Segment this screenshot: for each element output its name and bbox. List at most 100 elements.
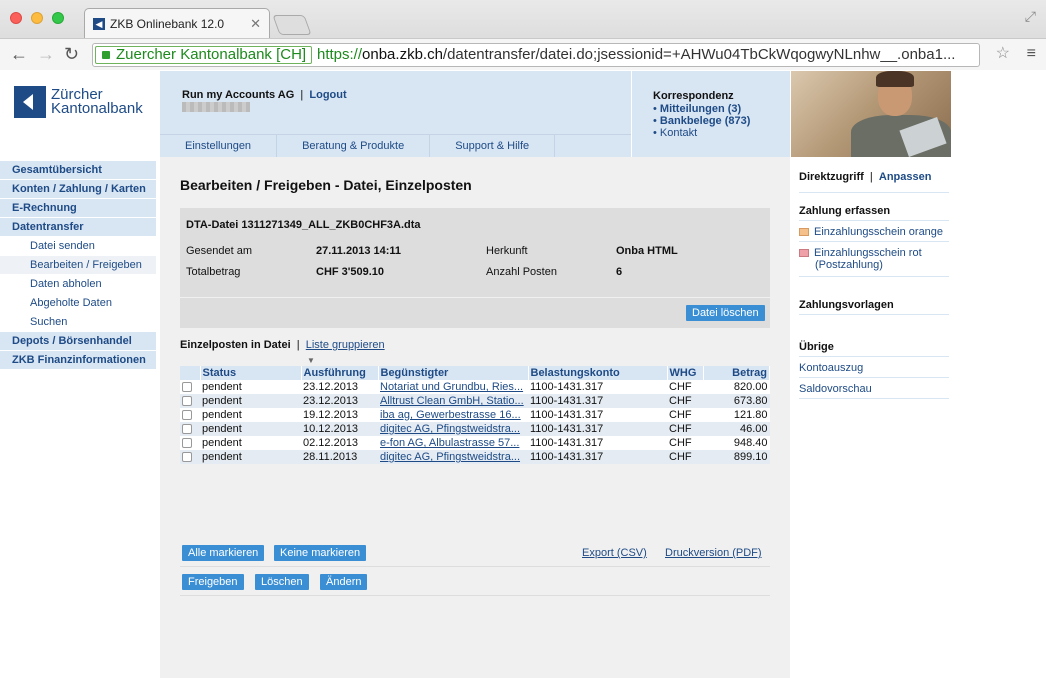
- nav-beratung-produkte[interactable]: Beratung & Produkte: [277, 135, 431, 157]
- row-status: pendent: [200, 380, 301, 394]
- correspondence-contact[interactable]: Kontakt: [653, 127, 790, 139]
- url-host: onba.zkb.ch: [362, 46, 443, 63]
- nav-support-hilfe[interactable]: Support & Hilfe: [430, 135, 556, 157]
- row-date: 10.12.2013: [301, 422, 378, 436]
- close-window-button[interactable]: [10, 12, 22, 24]
- statement-link[interactable]: Kontoauszug: [799, 362, 949, 374]
- row-beneficiary-link[interactable]: Alltrust Clean GmbH, Statio...: [380, 395, 524, 407]
- menu-icon[interactable]: ≡: [1027, 45, 1036, 63]
- payment-title: Zahlung erfassen: [799, 205, 891, 217]
- bookmark-star-icon[interactable]: ☆: [996, 43, 1010, 63]
- row-account: 1100-1431.317: [528, 422, 667, 436]
- delete-button[interactable]: Löschen: [255, 574, 309, 590]
- column-beguenstigter[interactable]: Begünstigter: [378, 366, 529, 380]
- row-currency: CHF: [667, 380, 703, 394]
- sidebar-item-e-rechnung[interactable]: E-Rechnung: [0, 199, 156, 218]
- fullscreen-icon[interactable]: ⤢: [1025, 8, 1036, 25]
- banner-photo: [791, 71, 951, 157]
- column-whg[interactable]: WHG: [667, 366, 704, 380]
- url-text: https://onba.zkb.ch/datentransfer/datei.…: [317, 44, 955, 66]
- new-tab-button[interactable]: [272, 15, 312, 35]
- row-beneficiary-link[interactable]: Notariat und Grundbu, Ries...: [380, 381, 523, 393]
- receipts-link[interactable]: Bankbelege (873): [660, 115, 750, 127]
- red-slip-link[interactable]: Einzahlungsschein rot (Postzahlung): [799, 247, 949, 271]
- sidebar-item-daten-abholen[interactable]: Daten abholen: [0, 275, 156, 294]
- row-beneficiary-link[interactable]: digitec AG, Pfingstweidstra...: [380, 451, 520, 463]
- sidebar-item-gesamtuebersicht[interactable]: Gesamtübersicht: [0, 161, 156, 180]
- row-account: 1100-1431.317: [528, 450, 667, 464]
- logout-link[interactable]: Logout: [309, 89, 346, 101]
- row-beneficiary-link[interactable]: iba ag, Gewerbestrasse 16...: [380, 409, 521, 421]
- orange-slip-icon: [799, 228, 809, 237]
- column-ausfuehrung[interactable]: Ausführung: [301, 366, 379, 380]
- sidebar-item-suchen[interactable]: Suchen: [0, 313, 156, 332]
- row-checkbox[interactable]: [182, 452, 192, 463]
- url-prefix: https://: [317, 46, 363, 63]
- select-none-button[interactable]: Keine markieren: [274, 545, 367, 561]
- items-table: Status Ausführung Begünstigter Belastung…: [180, 366, 770, 464]
- select-column-header: [180, 366, 201, 380]
- minimize-window-button[interactable]: [31, 12, 43, 24]
- sidebar-item-konten[interactable]: Konten / Zahlung / Karten: [0, 180, 156, 199]
- nav-einstellungen[interactable]: Einstellungen: [160, 135, 278, 157]
- delete-file-button[interactable]: Datei löschen: [686, 305, 765, 321]
- sidebar-item-datei-senden[interactable]: Datei senden: [0, 237, 156, 256]
- column-betrag[interactable]: Betrag: [703, 366, 770, 380]
- row-currency: CHF: [667, 450, 703, 464]
- row-beneficiary-link[interactable]: digitec AG, Pfingstweidstra...: [380, 423, 520, 435]
- column-status[interactable]: Status: [200, 366, 302, 380]
- lock-icon: [102, 51, 110, 59]
- row-beneficiary-link[interactable]: e-fon AG, Albulastrasse 57...: [380, 437, 519, 449]
- row-account: 1100-1431.317: [528, 394, 667, 408]
- sidebar-item-bearbeiten-freigeben[interactable]: Bearbeiten / Freigeben: [0, 256, 156, 275]
- row-currency: CHF: [667, 436, 703, 450]
- row-checkbox[interactable]: [182, 410, 192, 421]
- print-pdf-link[interactable]: Druckversion (PDF): [665, 547, 762, 559]
- contact-link[interactable]: Kontakt: [660, 127, 697, 139]
- sidebar-item-finanzinformationen[interactable]: ZKB Finanzinformationen: [0, 351, 156, 370]
- customize-link[interactable]: Anpassen: [879, 171, 932, 183]
- row-checkbox[interactable]: [182, 396, 192, 407]
- divider: [180, 595, 770, 596]
- row-date: 23.12.2013: [301, 380, 378, 394]
- ev-certificate-badge[interactable]: Zuercher Kantonalbank [CH]: [95, 46, 313, 64]
- sidebar-item-datentransfer[interactable]: Datentransfer: [0, 218, 156, 237]
- column-belastungskonto[interactable]: Belastungskonto: [528, 366, 668, 380]
- zkb-logo[interactable]: Zürcher Kantonalbank: [14, 86, 154, 126]
- balance-preview-link[interactable]: Saldovorschau: [799, 383, 949, 395]
- section-title: Einzelposten in Datei: [180, 339, 291, 351]
- origin-value: Onba HTML: [616, 245, 678, 257]
- zoom-window-button[interactable]: [52, 12, 64, 24]
- row-checkbox[interactable]: [182, 438, 192, 449]
- row-date: 02.12.2013: [301, 436, 378, 450]
- tab-close-icon[interactable]: ✕: [250, 16, 261, 32]
- divider: [799, 192, 949, 193]
- correspondence-messages[interactable]: Mitteilungen (3): [653, 103, 790, 115]
- export-csv-link[interactable]: Export (CSV): [582, 547, 647, 559]
- sidebar-item-abgeholte-daten[interactable]: Abgeholte Daten: [0, 294, 156, 313]
- group-list-link[interactable]: Liste gruppieren: [306, 339, 385, 351]
- quick-access-separator: |: [869, 171, 873, 183]
- row-checkbox[interactable]: [182, 424, 192, 435]
- sidebar-item-depots[interactable]: Depots / Börsenhandel: [0, 332, 156, 351]
- row-date: 28.11.2013: [301, 450, 378, 464]
- table-row: pendent 10.12.2013 digitec AG, Pfingstwe…: [180, 422, 770, 436]
- table-row: pendent 23.12.2013 Alltrust Clean GmbH, …: [180, 394, 770, 408]
- select-all-button[interactable]: Alle markieren: [182, 545, 265, 561]
- release-button[interactable]: Freigeben: [182, 574, 244, 590]
- reload-icon[interactable]: ↻: [64, 44, 79, 65]
- messages-link[interactable]: Mitteilungen (3): [660, 103, 741, 115]
- row-checkbox[interactable]: [182, 382, 192, 393]
- address-bar[interactable]: Zuercher Kantonalbank [CH] https://onba.…: [92, 43, 980, 67]
- correspondence-receipts[interactable]: Bankbelege (873): [653, 115, 790, 127]
- back-icon[interactable]: ←: [10, 44, 28, 65]
- forward-icon[interactable]: →: [37, 44, 55, 65]
- red-slip-icon: [799, 249, 809, 258]
- edit-button[interactable]: Ändern: [320, 574, 368, 590]
- account-name: Run my Accounts AG: [182, 89, 295, 101]
- orange-slip-link[interactable]: Einzahlungsschein orange: [799, 226, 949, 238]
- divider: [799, 276, 949, 277]
- divider: [799, 377, 949, 378]
- browser-tab[interactable]: ◀ ZKB Onlinebank 12.0 ✕: [84, 8, 270, 38]
- row-amount: 46.00: [703, 422, 770, 436]
